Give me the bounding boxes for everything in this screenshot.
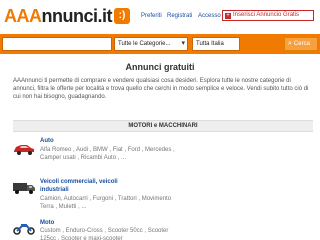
category-subcategories[interactable]: Custom , Enduro-Cross , Scooter 50cc , S… [40, 227, 180, 240]
registrati-link[interactable]: Registrati [167, 13, 192, 19]
category-select[interactable]: Tutte le Categorie... ▾ [114, 37, 188, 51]
intro-text: AAAnnunci ti permette di comprare e vend… [13, 78, 309, 100]
category-subcategories[interactable]: Alfa Romeo , Audi , BMW , Fiat , Ford , … [40, 146, 180, 162]
search-input[interactable] [2, 37, 112, 51]
search-button[interactable]: ⌕ Cerca [284, 37, 318, 51]
site-logo[interactable]: AAAnnunci.it [4, 6, 112, 26]
chevron-down-icon: ▾ [181, 40, 185, 47]
post-ad-label: Inserisci Annuncio Gratis [233, 12, 300, 18]
preferiti-link[interactable]: Preferiti [141, 13, 162, 19]
category-select-value: Tutte le Categorie... [118, 41, 171, 47]
search-bar: Tutte le Categorie... ▾ Tutta Italia ⌕ Ce… [0, 34, 320, 54]
logo-prefix: AAA [4, 6, 42, 26]
section-header: MOTORI e MACCHINARI [13, 120, 313, 132]
logo-suffix: nnunci.it [41, 6, 113, 26]
truck-icon[interactable] [12, 181, 36, 195]
category-title[interactable]: Auto [40, 137, 54, 145]
post-ad-button[interactable]: + Inserisci Annuncio Gratis [222, 10, 314, 21]
search-button-label: Cerca [293, 41, 310, 47]
region-select[interactable]: Tutta Italia [192, 37, 240, 51]
category-subcategories[interactable]: Camion, Autocarri , Furgoni , Trattori ,… [40, 195, 180, 211]
category-title[interactable]: Veicoli commerciali, veicoli industriali [40, 178, 120, 194]
category-title[interactable]: Moto [40, 219, 54, 227]
car-icon[interactable] [12, 142, 36, 156]
header: AAAnnunci.it :) Preferiti Registrati Acc… [0, 0, 320, 32]
accesso-link[interactable]: Accesso [198, 13, 221, 19]
logo-smiley-icon: :) [114, 8, 130, 24]
search-icon: ⌕ [288, 40, 292, 47]
page-title: Annunci gratuiti [125, 62, 195, 72]
plus-icon: + [225, 13, 231, 19]
motorbike-icon[interactable] [12, 221, 36, 235]
